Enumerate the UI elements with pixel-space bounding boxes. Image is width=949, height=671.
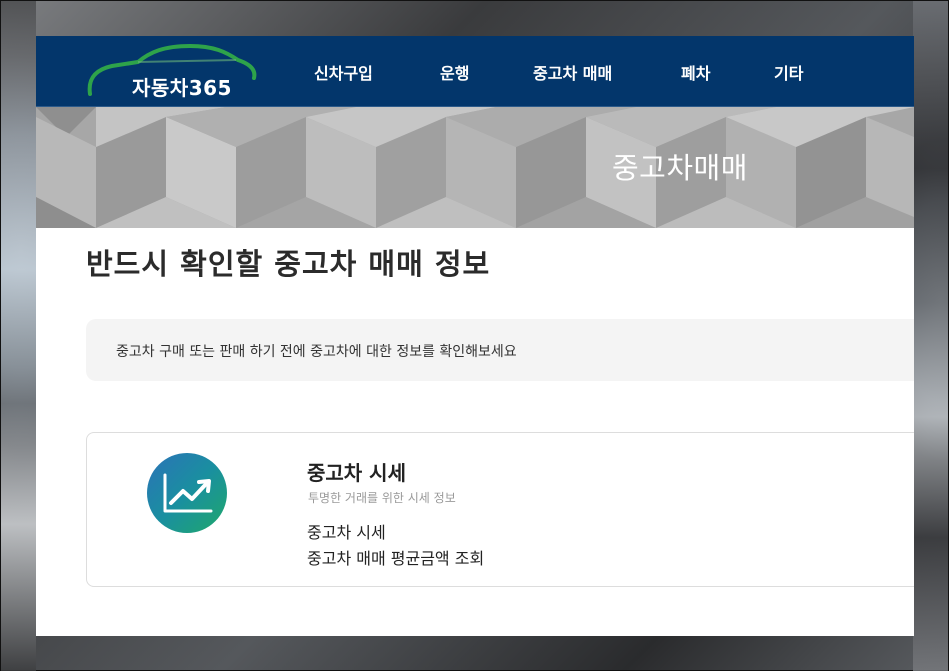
- chart-trend-icon: [147, 453, 227, 533]
- notice-box: 중고차 구매 또는 판매 하기 전에 중고차에 대한 정보를 확인해보세요: [86, 319, 914, 381]
- page-title: 반드시 확인할 중고차 매매 정보: [86, 247, 491, 281]
- used-car-price-card[interactable]: 중고차 시세 투명한 거래를 위한 시세 정보 중고차 시세 중고차 매매 평균…: [86, 432, 914, 587]
- link-average-price-lookup[interactable]: 중고차 매매 평균금액 조회: [307, 545, 484, 569]
- link-used-car-price[interactable]: 중고차 시세: [307, 519, 386, 543]
- notice-text: 중고차 구매 또는 판매 하기 전에 중고차에 대한 정보를 확인해보세요: [116, 344, 517, 360]
- card-title: 중고차 시세: [307, 461, 406, 485]
- card-subtitle: 투명한 거래를 위한 시세 정보: [308, 491, 456, 505]
- content-layer: 반드시 확인할 중고차 매매 정보 중고차 구매 또는 판매 하기 전에 중고차…: [36, 36, 914, 636]
